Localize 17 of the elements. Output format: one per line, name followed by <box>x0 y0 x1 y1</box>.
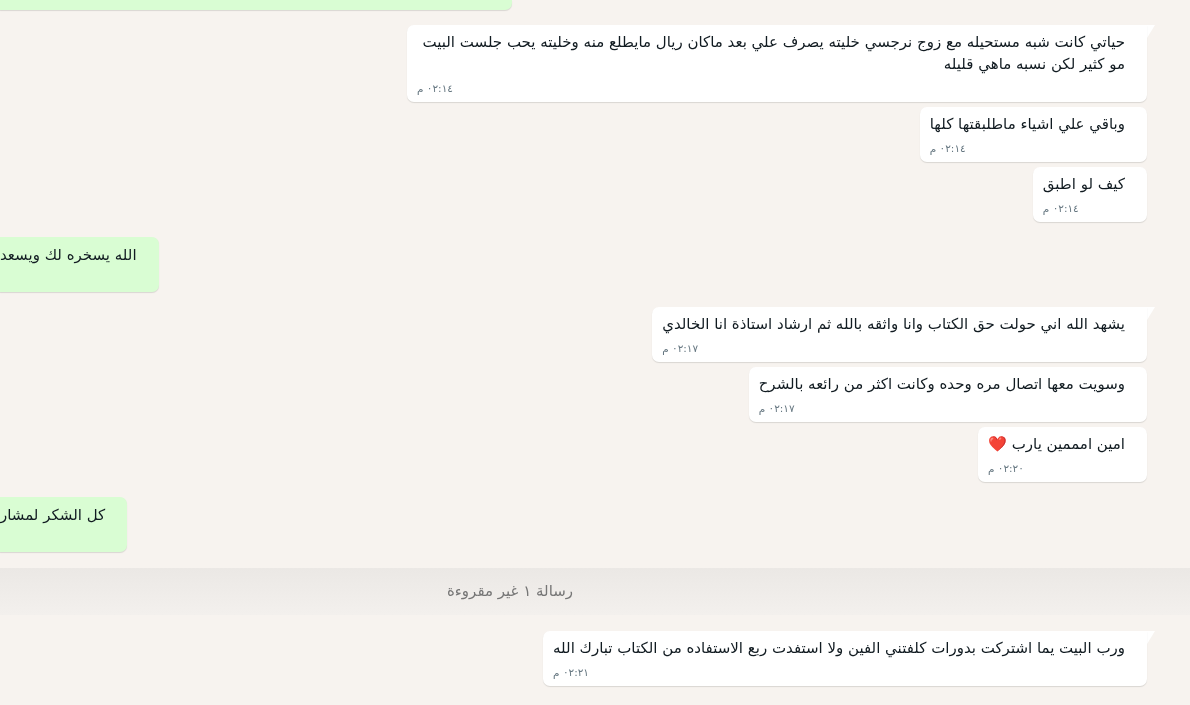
message-text: الله يسخره لك ويسعد <box>0 245 137 266</box>
message-text: وباقي علي اشياء ماطلبقتها كلها <box>929 114 1125 135</box>
message-time: ٠٢:١٧ م <box>758 401 795 415</box>
message-time: ٠٢:١٤ م <box>1042 201 1079 215</box>
message-time: ٠٢:١٤ م <box>929 141 966 155</box>
unread-label: رسالة ١ غير مقروءة <box>446 581 574 603</box>
message-text: يشهد الله اني حولت حق الكتاب وانا واثقه بالله ثم ارشاد استاذة انا الخالدي <box>662 314 1125 335</box>
message-text: امين امممين يارب ❤ <box>987 434 1125 455</box>
message-time: ٠٢:٢٠ م <box>987 461 1024 475</box>
message-text: وسويت معها اتصال مره وحده وكانت اكثر من رائعه بالشرح <box>758 374 1125 395</box>
message-text: كيف لو اطبق <box>1042 174 1125 195</box>
message-time: ٠٢:١٧ م <box>662 341 699 355</box>
message-time: ٠٢:١٤ م <box>417 81 453 95</box>
message-text: ورب البيت يما اشتركت بدورات كلفتني الفين ولا استفدت ربع الاستفاده من الكتاب تبارك الله <box>553 638 1125 659</box>
message-text: كل الشكر لمشار <box>0 505 106 526</box>
message-time: ٠٢:٢١ م <box>553 665 589 679</box>
message-text: حياتي كانت شبه مستحيله مع زوج نرجسي خليته يصرف علي بعد ماكان ريال مايطلع منه وخليته يحب جلست البيت مو كثير لكن نسبه ماهي قليله <box>421 32 1125 75</box>
